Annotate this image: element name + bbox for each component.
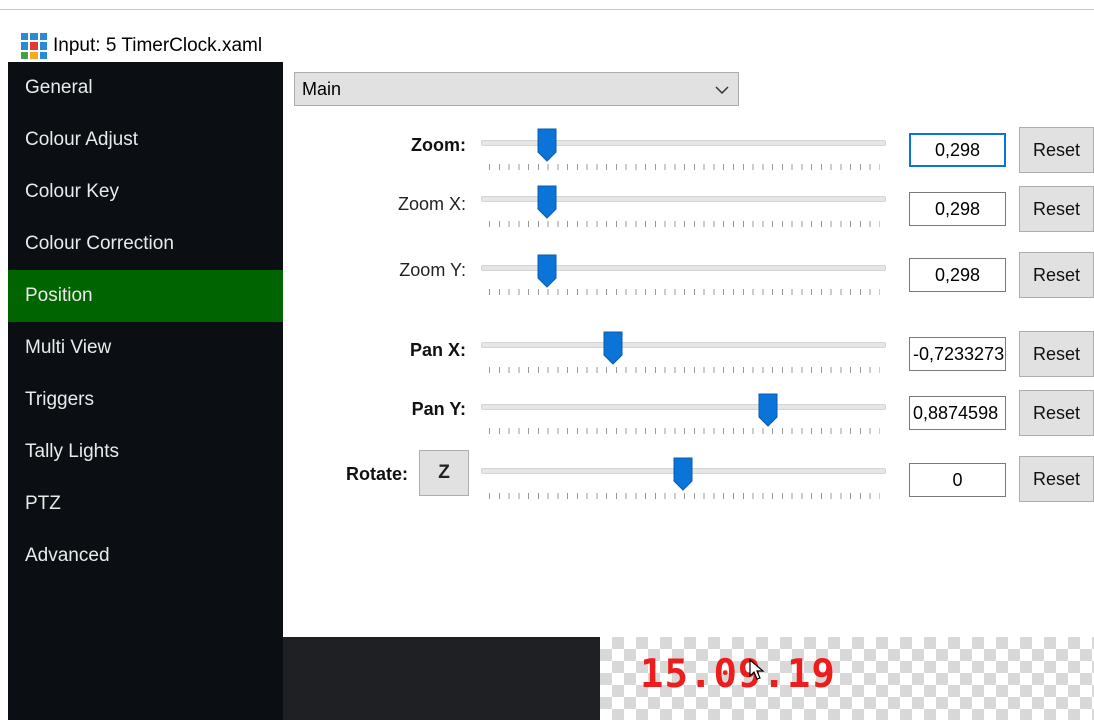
- mouse-cursor-icon: [749, 659, 765, 680]
- zoom-x-reset-button[interactable]: Reset: [1019, 186, 1094, 232]
- pan-x-slider-ticks: [489, 367, 880, 373]
- zoom-label: Zoom:: [411, 135, 466, 155]
- title-bar: Input: 5 TimerClock.xaml: [0, 10, 1094, 62]
- zoom-x-slider-thumb[interactable]: [537, 185, 557, 219]
- pan-x-label: Pan X:: [409, 340, 466, 360]
- zoom-x-value-input[interactable]: 0,298: [909, 192, 1006, 226]
- layer-dropdown[interactable]: Main: [294, 72, 739, 106]
- pan-x-value-input[interactable]: -0,7233273: [909, 337, 1006, 371]
- pan-x-slider-track[interactable]: [481, 342, 886, 348]
- rotate-value-input[interactable]: 0: [909, 463, 1006, 497]
- grid-app-icon: [21, 33, 47, 59]
- chevron-down-icon: [715, 86, 729, 95]
- pan-x-slider-thumb[interactable]: [603, 331, 623, 365]
- pan-y-reset-button[interactable]: Reset: [1019, 390, 1094, 436]
- pan-y-slider-track[interactable]: [481, 404, 886, 410]
- pan-y-slider-thumb[interactable]: [758, 393, 778, 427]
- zoom-y-slider-ticks: [489, 289, 880, 295]
- zoom-y-value-input[interactable]: 0,298: [909, 258, 1006, 292]
- pan-x-reset-button[interactable]: Reset: [1019, 331, 1094, 377]
- rotate-z-button[interactable]: Z: [419, 450, 469, 496]
- rotate-label: Rotate:: [346, 464, 408, 484]
- sidebar-item-multi-view[interactable]: Multi View: [8, 322, 283, 374]
- sidebar-item-colour-key[interactable]: Colour Key: [8, 166, 283, 218]
- sidebar-item-colour-adjust[interactable]: Colour Adjust: [8, 114, 283, 166]
- sidebar-item-triggers[interactable]: Triggers: [8, 374, 283, 426]
- pan-y-value-input[interactable]: 0,8874598: [909, 396, 1006, 430]
- layer-dropdown-value: Main: [302, 79, 342, 99]
- rotate-reset-button[interactable]: Reset: [1019, 456, 1094, 502]
- zoom-slider-ticks: [489, 164, 880, 170]
- sidebar-item-general[interactable]: General: [8, 62, 283, 114]
- rotate-slider-ticks: [489, 493, 880, 499]
- preview-clock-text: 15.09.19: [640, 652, 836, 697]
- zoom-x-slider-ticks: [489, 221, 880, 227]
- zoom-x-label: Zoom X:: [397, 194, 466, 214]
- window-title: Input: 5 TimerClock.xaml: [53, 35, 263, 56]
- zoom-y-label: Zoom Y:: [399, 260, 466, 280]
- window-top-edge: [0, 0, 1094, 10]
- zoom-value-input[interactable]: 0,298: [909, 133, 1006, 167]
- rotate-slider-thumb[interactable]: [673, 457, 693, 491]
- pan-y-slider-ticks: [489, 428, 880, 434]
- sidebar-item-colour-correction[interactable]: Colour Correction: [8, 218, 283, 270]
- sidebar: General Colour Adjust Colour Key Colour …: [8, 62, 283, 720]
- zoom-reset-button[interactable]: Reset: [1019, 127, 1094, 173]
- zoom-slider-thumb[interactable]: [537, 128, 557, 162]
- preview-background: [283, 637, 600, 720]
- zoom-y-reset-button[interactable]: Reset: [1019, 252, 1094, 298]
- pan-y-label: Pan Y:: [411, 399, 466, 419]
- zoom-y-slider-thumb[interactable]: [537, 254, 557, 288]
- sidebar-item-position[interactable]: Position: [8, 270, 283, 322]
- sidebar-item-tally-lights[interactable]: Tally Lights: [8, 426, 283, 478]
- sidebar-item-ptz[interactable]: PTZ: [8, 478, 283, 530]
- sidebar-item-advanced[interactable]: Advanced: [8, 530, 283, 582]
